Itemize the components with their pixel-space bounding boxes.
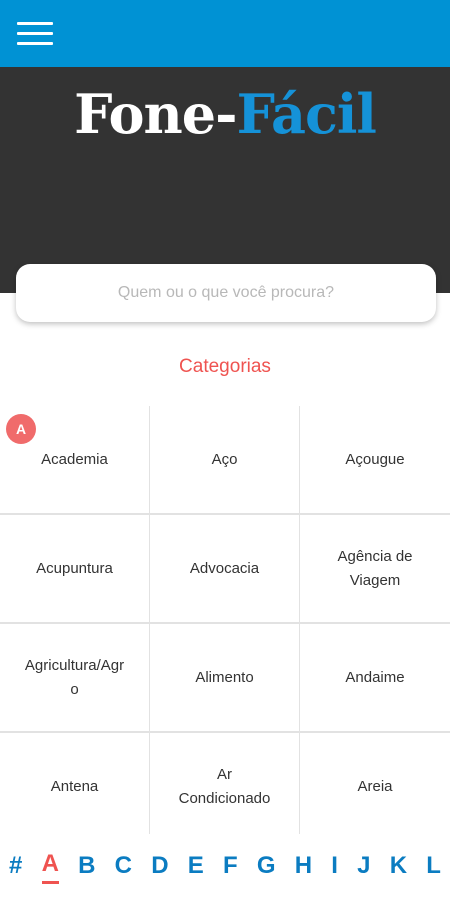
category-label: Agência de Viagem <box>337 547 413 589</box>
category-label: Areia <box>357 777 393 795</box>
logo-part-fone: Fone- <box>74 82 237 146</box>
category-acupuntura[interactable]: Acupuntura <box>0 515 149 622</box>
menu-line <box>17 42 53 45</box>
category-acougue[interactable]: Açougue <box>300 406 450 513</box>
category-label: Academia <box>41 450 108 468</box>
top-app-bar <box>0 0 450 67</box>
category-label: Andaime <box>345 668 405 686</box>
alphabet-k[interactable]: K <box>390 852 407 883</box>
alphabet-h[interactable]: H <box>295 852 312 883</box>
category-label: Ar Condicionado <box>178 765 271 807</box>
hamburger-menu-icon[interactable] <box>17 22 53 46</box>
alphabet-a[interactable]: A <box>41 850 59 884</box>
category-advocacia[interactable]: Advocacia <box>150 515 299 622</box>
category-aco[interactable]: Aço <box>150 406 299 513</box>
logo-part-facil: Fácil <box>236 82 377 146</box>
alphabet-f[interactable]: F <box>223 852 238 883</box>
search-input[interactable] <box>34 283 418 303</box>
category-label: Advocacia <box>189 559 260 577</box>
letter-badge: A <box>6 414 36 444</box>
alphabet-j[interactable]: J <box>357 852 370 883</box>
menu-line <box>17 22 53 25</box>
category-areia[interactable]: Areia <box>300 733 450 834</box>
category-label: Agricultura/Agro <box>24 656 125 698</box>
category-agricultura-agro[interactable]: Agricultura/Agro <box>0 624 149 731</box>
category-alimento[interactable]: Alimento <box>150 624 299 731</box>
alphabet-hash[interactable]: # <box>9 852 22 883</box>
category-label: Alimento <box>195 668 254 686</box>
alphabet-c[interactable]: C <box>115 852 132 883</box>
alphabet-index-bar: # A B C D E F G H I J K L <box>0 834 450 900</box>
alphabet-e[interactable]: E <box>188 852 204 883</box>
alphabet-g[interactable]: G <box>257 852 276 883</box>
search-box <box>16 264 436 322</box>
alphabet-l[interactable]: L <box>426 852 441 883</box>
category-andaime[interactable]: Andaime <box>300 624 450 731</box>
menu-line <box>17 32 53 35</box>
category-label: Antena <box>50 777 99 795</box>
categories-grid: A Academia Aço Açougue Acupuntura Advoca… <box>0 406 450 834</box>
alphabet-d[interactable]: D <box>151 852 168 883</box>
alphabet-b[interactable]: B <box>78 852 95 883</box>
category-ar-condicionado[interactable]: Ar Condicionado <box>150 733 299 834</box>
category-label: Açougue <box>345 450 405 468</box>
category-academia[interactable]: A Academia <box>0 406 149 513</box>
app-logo: Fone-Fácil <box>0 84 450 144</box>
category-label: Acupuntura <box>36 559 113 577</box>
category-antena[interactable]: Antena <box>0 733 149 834</box>
categories-title: Categorias <box>179 356 271 377</box>
category-label: Aço <box>211 450 238 468</box>
alphabet-i[interactable]: I <box>331 852 338 883</box>
category-agencia-de-viagem[interactable]: Agência de Viagem <box>300 515 450 622</box>
